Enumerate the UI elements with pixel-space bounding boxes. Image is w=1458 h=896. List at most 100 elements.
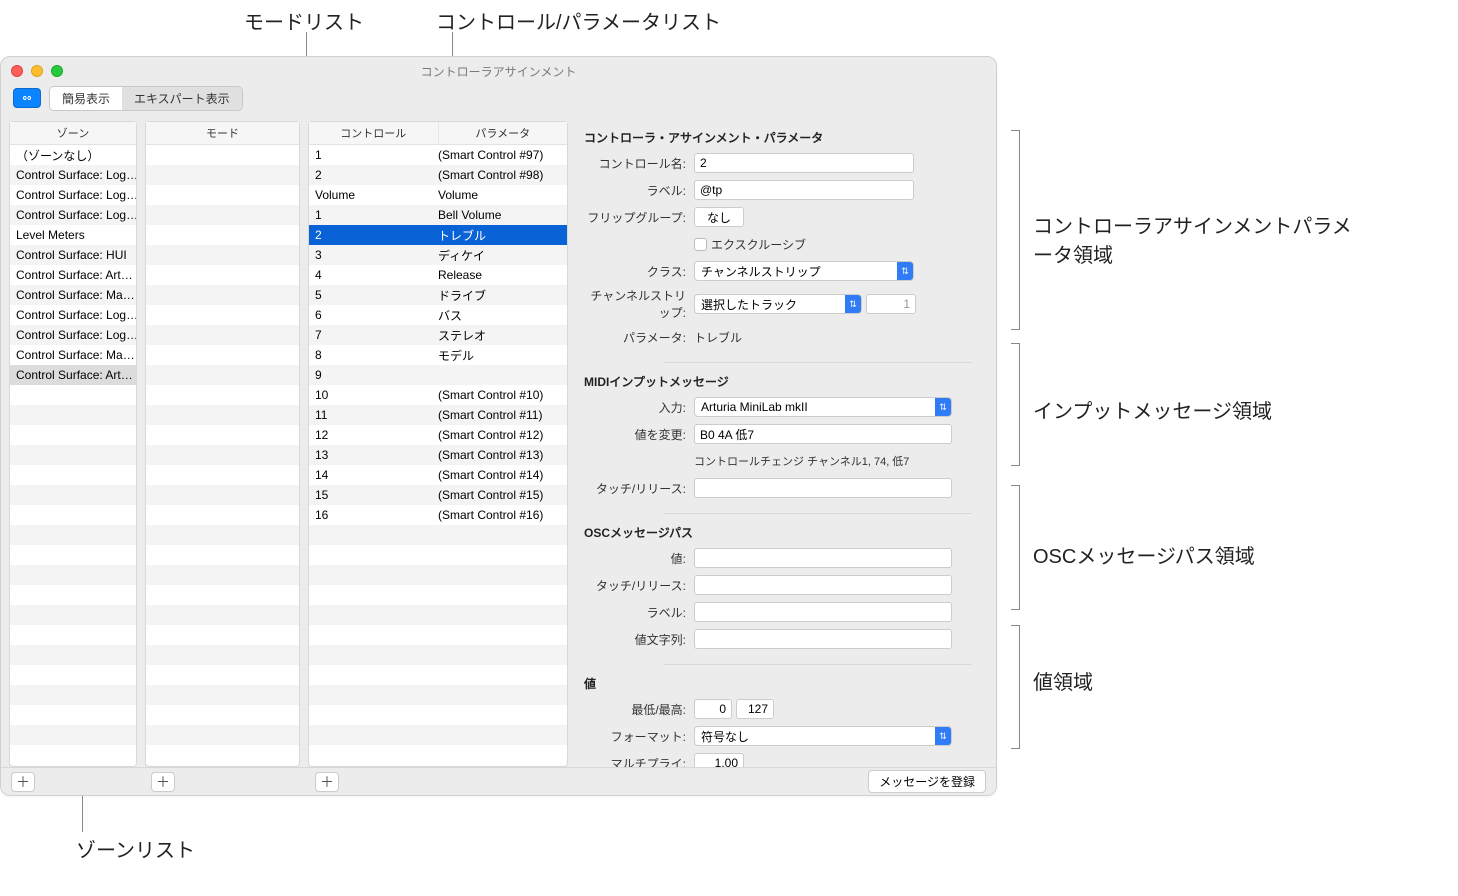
channel-strip-select[interactable]: 選択したトラック ⇅ [694, 294, 862, 314]
mode-row[interactable] [146, 585, 299, 605]
zone-row[interactable] [10, 625, 136, 645]
zone-list[interactable]: ゾーン （ゾーンなし）Control Surface: Log…Control … [9, 121, 137, 767]
zone-row[interactable] [10, 585, 136, 605]
osc-value-input[interactable] [694, 548, 952, 568]
mode-row[interactable] [146, 465, 299, 485]
control-row[interactable]: 2(Smart Control #98) [309, 165, 567, 185]
mode-row[interactable] [146, 645, 299, 665]
zone-row[interactable] [10, 525, 136, 545]
multiply-input[interactable] [694, 753, 744, 767]
mode-row[interactable] [146, 605, 299, 625]
channel-num-input[interactable] [866, 294, 916, 314]
control-row[interactable]: 1(Smart Control #97) [309, 145, 567, 165]
zone-row[interactable]: Control Surface: Log… [10, 165, 136, 185]
control-row[interactable]: 3ディケイ [309, 245, 567, 265]
control-row[interactable] [309, 585, 567, 605]
min-input[interactable] [694, 699, 732, 719]
zone-row[interactable] [10, 565, 136, 585]
control-row[interactable] [309, 705, 567, 725]
max-input[interactable] [736, 699, 774, 719]
zone-row[interactable]: Control Surface: Art… [10, 365, 136, 385]
mode-row[interactable] [146, 225, 299, 245]
control-row[interactable]: 6バス [309, 305, 567, 325]
zone-row[interactable]: Control Surface: Log… [10, 305, 136, 325]
mode-row[interactable] [146, 725, 299, 745]
control-row[interactable]: 4Release [309, 265, 567, 285]
control-row[interactable]: VolumeVolume [309, 185, 567, 205]
mode-row[interactable] [146, 625, 299, 645]
mode-row[interactable] [146, 685, 299, 705]
link-button[interactable] [13, 88, 41, 108]
mode-row[interactable] [146, 245, 299, 265]
mode-row[interactable] [146, 445, 299, 465]
control-row[interactable]: 2トレブル [309, 225, 567, 245]
mode-row[interactable] [146, 285, 299, 305]
midi-input-select[interactable]: Arturia MiniLab mkII ⇅ [694, 397, 952, 417]
zoom-button[interactable] [51, 65, 63, 77]
control-row[interactable]: 13(Smart Control #13) [309, 445, 567, 465]
osc-touch-input[interactable] [694, 575, 952, 595]
mode-row[interactable] [146, 565, 299, 585]
zone-row[interactable] [10, 645, 136, 665]
control-row[interactable] [309, 525, 567, 545]
exclusive-checkbox[interactable] [694, 238, 707, 251]
mode-row[interactable] [146, 325, 299, 345]
control-row[interactable] [309, 665, 567, 685]
mode-row[interactable] [146, 505, 299, 525]
mode-row[interactable] [146, 185, 299, 205]
mode-row[interactable] [146, 705, 299, 725]
add-mode-button[interactable]: ＋ [151, 772, 175, 792]
control-row[interactable] [309, 685, 567, 705]
zone-row[interactable] [10, 705, 136, 725]
zone-row[interactable] [10, 405, 136, 425]
mode-row[interactable] [146, 165, 299, 185]
mode-row[interactable] [146, 305, 299, 325]
control-parameter-list[interactable]: コントロール パラメータ 1(Smart Control #97)2(Smart… [308, 121, 568, 767]
control-row[interactable]: 9 [309, 365, 567, 385]
control-row[interactable] [309, 625, 567, 645]
easy-view-tab[interactable]: 簡易表示 [50, 87, 122, 110]
mode-row[interactable] [146, 425, 299, 445]
mode-row[interactable] [146, 205, 299, 225]
control-row[interactable]: 12(Smart Control #12) [309, 425, 567, 445]
mode-row[interactable] [146, 405, 299, 425]
mode-row[interactable] [146, 265, 299, 285]
zone-row[interactable] [10, 485, 136, 505]
zone-row[interactable]: Control Surface: Ma… [10, 285, 136, 305]
zone-row[interactable]: Control Surface: Log… [10, 205, 136, 225]
zone-row[interactable] [10, 505, 136, 525]
mode-list[interactable]: モード [145, 121, 300, 767]
zone-row[interactable] [10, 685, 136, 705]
control-row[interactable]: 1Bell Volume [309, 205, 567, 225]
mode-row[interactable] [146, 385, 299, 405]
minimize-button[interactable] [31, 65, 43, 77]
control-row[interactable]: 16(Smart Control #16) [309, 505, 567, 525]
zone-row[interactable] [10, 425, 136, 445]
zone-row[interactable]: Control Surface: Log… [10, 325, 136, 345]
touch-release-input[interactable] [694, 478, 952, 498]
zone-row[interactable]: Control Surface: Ma… [10, 345, 136, 365]
control-row[interactable] [309, 645, 567, 665]
control-row[interactable]: 11(Smart Control #11) [309, 405, 567, 425]
zone-row[interactable] [10, 725, 136, 745]
zone-row[interactable] [10, 665, 136, 685]
control-row[interactable] [309, 565, 567, 585]
mode-row[interactable] [146, 145, 299, 165]
mode-row[interactable] [146, 525, 299, 545]
control-row[interactable] [309, 725, 567, 745]
mode-row[interactable] [146, 365, 299, 385]
control-row[interactable]: 15(Smart Control #15) [309, 485, 567, 505]
control-row[interactable]: 7ステレオ [309, 325, 567, 345]
zone-row[interactable]: Control Surface: HUI [10, 245, 136, 265]
control-row[interactable] [309, 545, 567, 565]
control-row[interactable]: 10(Smart Control #10) [309, 385, 567, 405]
control-row[interactable]: 14(Smart Control #14) [309, 465, 567, 485]
expert-view-tab[interactable]: エキスパート表示 [122, 87, 242, 110]
zone-row[interactable]: （ゾーンなし） [10, 145, 136, 165]
control-row[interactable] [309, 605, 567, 625]
control-row[interactable]: 8モデル [309, 345, 567, 365]
control-row[interactable]: 5ドライブ [309, 285, 567, 305]
zone-row[interactable] [10, 545, 136, 565]
zone-row[interactable] [10, 385, 136, 405]
mode-row[interactable] [146, 345, 299, 365]
